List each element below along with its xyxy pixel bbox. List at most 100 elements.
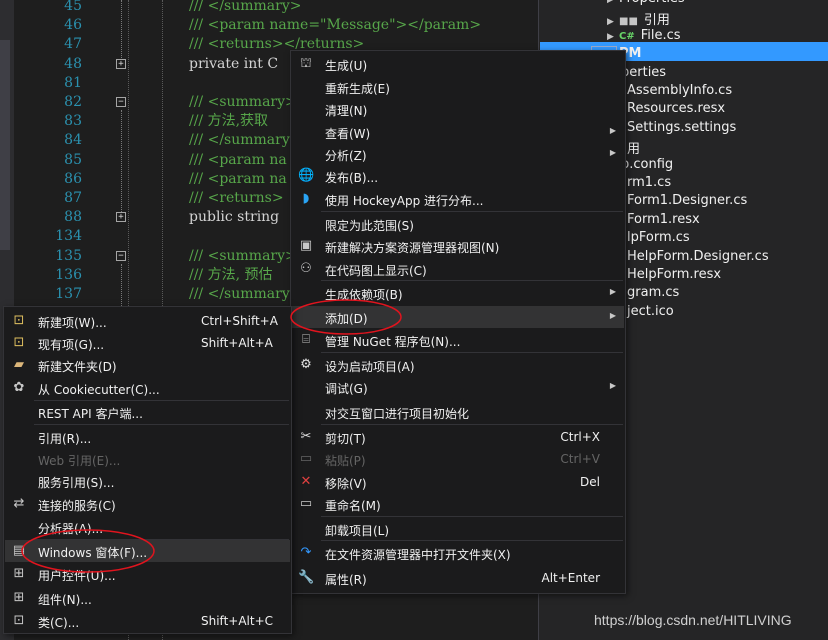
fold-collapse-icon[interactable]: −	[116, 97, 126, 107]
toolbox-tab[interactable]	[0, 40, 10, 250]
menu-item-label: 属性(R)	[325, 573, 367, 587]
menu-item-label: 在文件资源管理器中打开文件夹(X)	[325, 548, 511, 562]
menu-item-c[interactable]: ⇄ 连接的服务(C)	[5, 493, 290, 515]
menu-item-v[interactable]: ✕ 移除(V) Del	[292, 471, 624, 493]
line-number: 136	[55, 266, 82, 283]
menu-separator	[34, 424, 289, 425]
menu-item-c[interactable]: ⚇ 在代码图上显示(C)	[292, 258, 624, 280]
line-number: 137	[55, 286, 82, 302]
menu-item-label: 引用(R)...	[38, 432, 92, 446]
tree-item[interactable]: perties	[621, 65, 666, 80]
menu-separator	[321, 516, 623, 517]
expand-arrow-icon[interactable]: ▶	[607, 0, 619, 5]
menu-item-label: 现有项(G)...	[38, 338, 105, 352]
menu-item-d[interactable]: 添加(D) ▶	[292, 306, 624, 328]
menu-item-g[interactable]: ⊡ 现有项(G)... Shift+Alt+A	[5, 332, 290, 354]
expand-arrow-icon[interactable]: ▶	[607, 17, 619, 27]
csharp-file-icon: C#	[619, 30, 635, 42]
menu-item-label: 生成依赖项(B)	[325, 288, 403, 302]
tree-item[interactable]: ▶Properties	[607, 0, 685, 6]
tree-item-label: File.cs	[640, 27, 681, 43]
menu-item-l[interactable]: 卸载项目(L)	[292, 518, 624, 540]
code-line: /// <param name="Message"></param>	[189, 17, 482, 34]
menu-item-m[interactable]: ▭ 重命名(M)	[292, 493, 624, 515]
hockeyapp-icon: ◗	[302, 191, 310, 206]
tree-item[interactable]: 用	[627, 138, 640, 157]
menu-item-hockeyapp[interactable]: ◗ 使用 HockeyApp 进行分布...	[292, 188, 624, 210]
code-line: /// <summary>	[189, 247, 297, 264]
menu-item-e[interactable]: 重新生成(E)	[292, 76, 624, 98]
line-number: 86	[64, 170, 82, 187]
menu-item-t[interactable]: ✂ 剪切(T) Ctrl+X	[292, 426, 624, 448]
line-number: 83	[64, 113, 82, 130]
fold-collapse-icon[interactable]: −	[116, 251, 126, 261]
menu-item-g[interactable]: 调试(G) ▶	[292, 376, 624, 398]
fold-guide	[121, 0, 122, 58]
menu-item-a[interactable]: 分析器(A)...	[5, 516, 290, 538]
menu-item-label: 管理 NuGet 程序包(N)...	[325, 335, 461, 349]
menu-item-n[interactable]: ▣ 新建解决方案资源管理器视图(N)	[292, 235, 624, 257]
menu-item-cookiecutter-c[interactable]: ✿ 从 Cookiecutter(C)...	[5, 377, 290, 399]
menu-item-z[interactable]: 分析(Z) ▶	[292, 143, 624, 165]
menu-item-label: 新建项(W)...	[38, 316, 107, 330]
menu-item-r[interactable]: 🔧 属性(R) Alt+Enter	[292, 567, 624, 589]
tree-item-label: 引用	[643, 13, 670, 29]
menu-item[interactable]: 对交互窗口进行项目初始化	[292, 401, 624, 423]
tree-item[interactable]: rm1.cs	[627, 175, 671, 190]
menu-item-s[interactable]: 限定为此范围(S)	[292, 213, 624, 235]
tree-item[interactable]: ▶ ■■ 引用	[607, 9, 670, 28]
menu-item-w[interactable]: ⊡ 新建项(W)... Ctrl+Shift+A	[5, 310, 290, 332]
expand-arrow-icon[interactable]: ▶	[607, 32, 619, 42]
menu-item-label: REST API 客户端...	[38, 407, 143, 421]
tree-item[interactable]: HelpForm.resx	[627, 267, 721, 282]
build-icon: ⛫	[300, 56, 312, 71]
tree-item[interactable]: ▶ C# File.cs	[607, 28, 681, 43]
submenu-arrow-icon: ▶	[609, 126, 616, 135]
fold-expand-icon[interactable]: +	[116, 212, 126, 222]
menu-item-d[interactable]: ▰ 新建文件夹(D)	[5, 354, 290, 376]
menu-item-n[interactable]: 清理(N)	[292, 98, 624, 120]
menu-item-rest-api[interactable]: REST API 客户端...	[5, 401, 290, 423]
tree-item[interactable]: Form1.resx	[627, 212, 700, 227]
menu-item-u[interactable]: ⊞ 用户控件(U)...	[5, 563, 290, 585]
menu-item-label: 组件(N)...	[38, 593, 92, 607]
tree-item[interactable]: Form1.Designer.cs	[627, 193, 747, 208]
tree-item[interactable]: lpForm.cs	[627, 230, 690, 245]
menu-item-label: 对交互窗口进行项目初始化	[325, 407, 470, 421]
menu-item-label: 新建解决方案资源管理器视图(N)	[325, 241, 500, 255]
refresh-arrow-icon: ↷	[300, 545, 312, 560]
new-view-icon: ▣	[299, 238, 313, 253]
menu-item-x[interactable]: ↷ 在文件资源管理器中打开文件夹(X)	[292, 542, 624, 564]
tree-item[interactable]: Settings.settings	[627, 120, 736, 135]
menu-item-label: 查看(W)	[325, 127, 371, 141]
tree-item[interactable]: Resources.resx	[627, 101, 725, 116]
menu-item-label: 粘贴(P)	[325, 454, 366, 468]
add-submenu: ⊡ 新建项(W)... Ctrl+Shift+A ⊡ 现有项(G)... Shift+Al…	[3, 306, 292, 634]
tree-item[interactable]: HelpForm.Designer.cs	[627, 249, 769, 264]
nuget-icon: ⌸	[302, 332, 310, 347]
watermark: https://blog.csdn.net/HITLIVING	[594, 612, 792, 628]
menu-item-label: Web 引用(E)...	[38, 454, 121, 468]
menu-item-c[interactable]: ⊡ 类(C)... Shift+Alt+C	[5, 610, 290, 632]
menu-item-r[interactable]: 引用(R)...	[5, 426, 290, 448]
code-map-icon: ⚇	[300, 261, 312, 276]
submenu-arrow-icon: ▶	[609, 381, 616, 390]
menu-item-label: 新建文件夹(D)	[38, 360, 117, 374]
menu-item-windows-f[interactable]: ▤ Windows 窗体(F)...	[5, 540, 290, 562]
menu-item-w[interactable]: 查看(W) ▶	[292, 121, 624, 143]
menu-item-label: 清理(N)	[325, 104, 368, 118]
tree-item[interactable]: gram.cs	[627, 285, 679, 300]
fold-expand-icon[interactable]: +	[116, 59, 126, 69]
menu-item-b[interactable]: 生成依赖项(B) ▶	[292, 282, 624, 304]
menu-item-n[interactable]: ⊞ 组件(N)...	[5, 587, 290, 609]
menu-item-nuget-n[interactable]: ⌸ 管理 NuGet 程序包(N)...	[292, 329, 624, 351]
tree-item[interactable]: ject.ico	[627, 304, 674, 319]
menu-item-a[interactable]: ⚙ 设为启动项目(A)	[292, 354, 624, 376]
menu-item-s[interactable]: 服务引用(S)...	[5, 470, 290, 492]
menu-item-b[interactable]: 🌐 发布(B)...	[292, 165, 624, 187]
tree-item[interactable]: p.config	[621, 157, 673, 172]
menu-item-web-e: Web 引用(E)...	[5, 448, 290, 470]
tree-item[interactable]: AssemblyInfo.cs	[627, 83, 732, 98]
line-number: 88	[64, 209, 82, 226]
menu-item-u[interactable]: ⛫ 生成(U)	[292, 53, 624, 75]
